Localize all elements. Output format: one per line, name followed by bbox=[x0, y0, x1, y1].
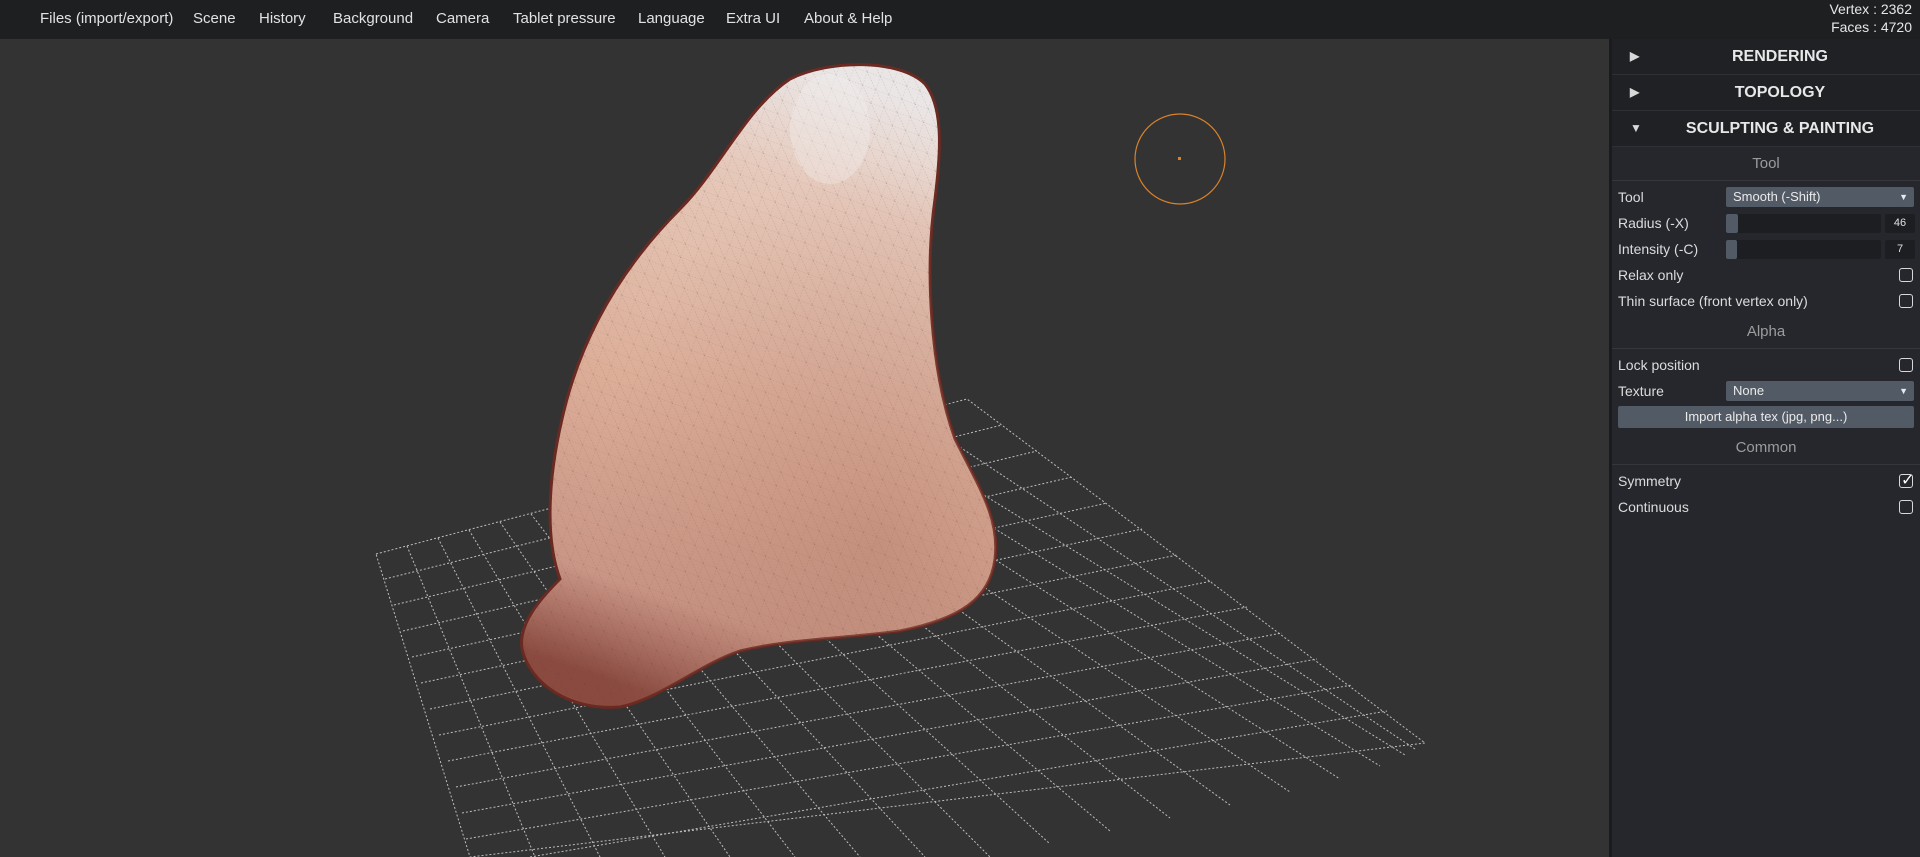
collapsed-arrow-icon: ▶ bbox=[1630, 85, 1640, 99]
intensity-label: Intensity (-C) bbox=[1618, 241, 1699, 257]
continuous-label: Continuous bbox=[1618, 499, 1689, 515]
radius-label: Radius (-X) bbox=[1618, 215, 1689, 231]
thin-surface-checkbox[interactable] bbox=[1899, 294, 1913, 308]
vertex-count: Vertex : 2362 bbox=[1829, 1, 1912, 17]
folder-title: TOPOLOGY bbox=[1734, 84, 1826, 101]
relax-row: Relax only bbox=[1612, 263, 1920, 289]
collapsed-arrow-icon: ▶ bbox=[1630, 49, 1640, 63]
tool-row: Tool Smooth (-Shift) ▼ bbox=[1612, 185, 1920, 211]
intensity-slider[interactable] bbox=[1726, 240, 1881, 259]
section-alpha-title: Alpha bbox=[1612, 315, 1920, 349]
lock-position-label: Lock position bbox=[1618, 357, 1700, 373]
faces-count: Faces : 4720 bbox=[1831, 19, 1912, 35]
lock-position-row: Lock position bbox=[1612, 353, 1920, 379]
dropdown-caret-icon: ▼ bbox=[1899, 386, 1908, 396]
continuous-row: Continuous bbox=[1612, 495, 1920, 521]
tool-label: Tool bbox=[1618, 189, 1644, 205]
import-alpha-row: Import alpha tex (jpg, png...) bbox=[1612, 405, 1920, 431]
menu-about-help[interactable]: About & Help bbox=[804, 0, 892, 39]
sculpt-mesh bbox=[520, 63, 998, 709]
symmetry-row: Symmetry bbox=[1612, 469, 1920, 495]
section-common-title: Common bbox=[1612, 431, 1920, 465]
scene-render bbox=[375, 63, 1427, 857]
menu-language[interactable]: Language bbox=[638, 0, 705, 39]
dropdown-caret-icon: ▼ bbox=[1899, 192, 1908, 202]
symmetry-checkbox[interactable] bbox=[1899, 470, 1914, 489]
viewport-canvas[interactable] bbox=[0, 39, 1609, 857]
expanded-arrow-icon: ▼ bbox=[1630, 121, 1642, 135]
menu-files[interactable]: Files (import/export) bbox=[40, 0, 173, 39]
radius-slider[interactable] bbox=[1726, 214, 1881, 233]
texture-row: Texture None ▼ bbox=[1612, 379, 1920, 405]
symmetry-label: Symmetry bbox=[1618, 473, 1681, 489]
radius-slider-fill bbox=[1726, 214, 1739, 233]
folder-rendering[interactable]: ▶ RENDERING bbox=[1612, 39, 1920, 75]
radius-row: Radius (-X) 46 bbox=[1612, 211, 1920, 237]
lock-position-checkbox[interactable] bbox=[1899, 358, 1913, 372]
texture-select-value: None bbox=[1733, 383, 1765, 398]
folder-sculpting-painting[interactable]: ▼ SCULPTING & PAINTING bbox=[1612, 111, 1920, 147]
radius-value[interactable]: 46 bbox=[1885, 214, 1915, 233]
menu-camera[interactable]: Camera bbox=[436, 0, 489, 39]
mesh-stats: Vertex : 2362 Faces : 4720 bbox=[1829, 0, 1912, 36]
relax-checkbox[interactable] bbox=[1899, 268, 1913, 282]
menu-tablet-pressure[interactable]: Tablet pressure bbox=[513, 0, 616, 39]
menu-extra-ui[interactable]: Extra UI bbox=[726, 0, 780, 39]
menu-bar: Files (import/export) Scene History Back… bbox=[0, 0, 1920, 40]
import-alpha-button[interactable]: Import alpha tex (jpg, png...) bbox=[1618, 406, 1914, 428]
tool-select[interactable]: Smooth (-Shift) ▼ bbox=[1726, 187, 1914, 207]
menu-background[interactable]: Background bbox=[333, 0, 413, 39]
thin-surface-row: Thin surface (front vertex only) bbox=[1612, 289, 1920, 315]
section-tool-title: Tool bbox=[1612, 147, 1920, 181]
folder-title: SCULPTING & PAINTING bbox=[1685, 120, 1875, 137]
tool-select-value: Smooth (-Shift) bbox=[1733, 189, 1821, 204]
texture-label: Texture bbox=[1618, 383, 1664, 399]
thin-surface-label: Thin surface (front vertex only) bbox=[1618, 293, 1808, 309]
menu-scene[interactable]: Scene bbox=[193, 0, 236, 39]
continuous-checkbox[interactable] bbox=[1899, 500, 1913, 514]
sidebar-panel: ▶ RENDERING ▶ TOPOLOGY ▼ SCULPTING & PAI… bbox=[1609, 39, 1920, 857]
intensity-row: Intensity (-C) 7 bbox=[1612, 237, 1920, 263]
menu-history[interactable]: History bbox=[259, 0, 306, 39]
folder-title: RENDERING bbox=[1731, 48, 1828, 65]
brush-cursor-center bbox=[1178, 157, 1181, 160]
intensity-slider-fill bbox=[1726, 240, 1737, 259]
intensity-value[interactable]: 7 bbox=[1885, 240, 1915, 259]
texture-select[interactable]: None ▼ bbox=[1726, 381, 1914, 401]
folder-topology[interactable]: ▶ TOPOLOGY bbox=[1612, 75, 1920, 111]
relax-label: Relax only bbox=[1618, 267, 1684, 283]
